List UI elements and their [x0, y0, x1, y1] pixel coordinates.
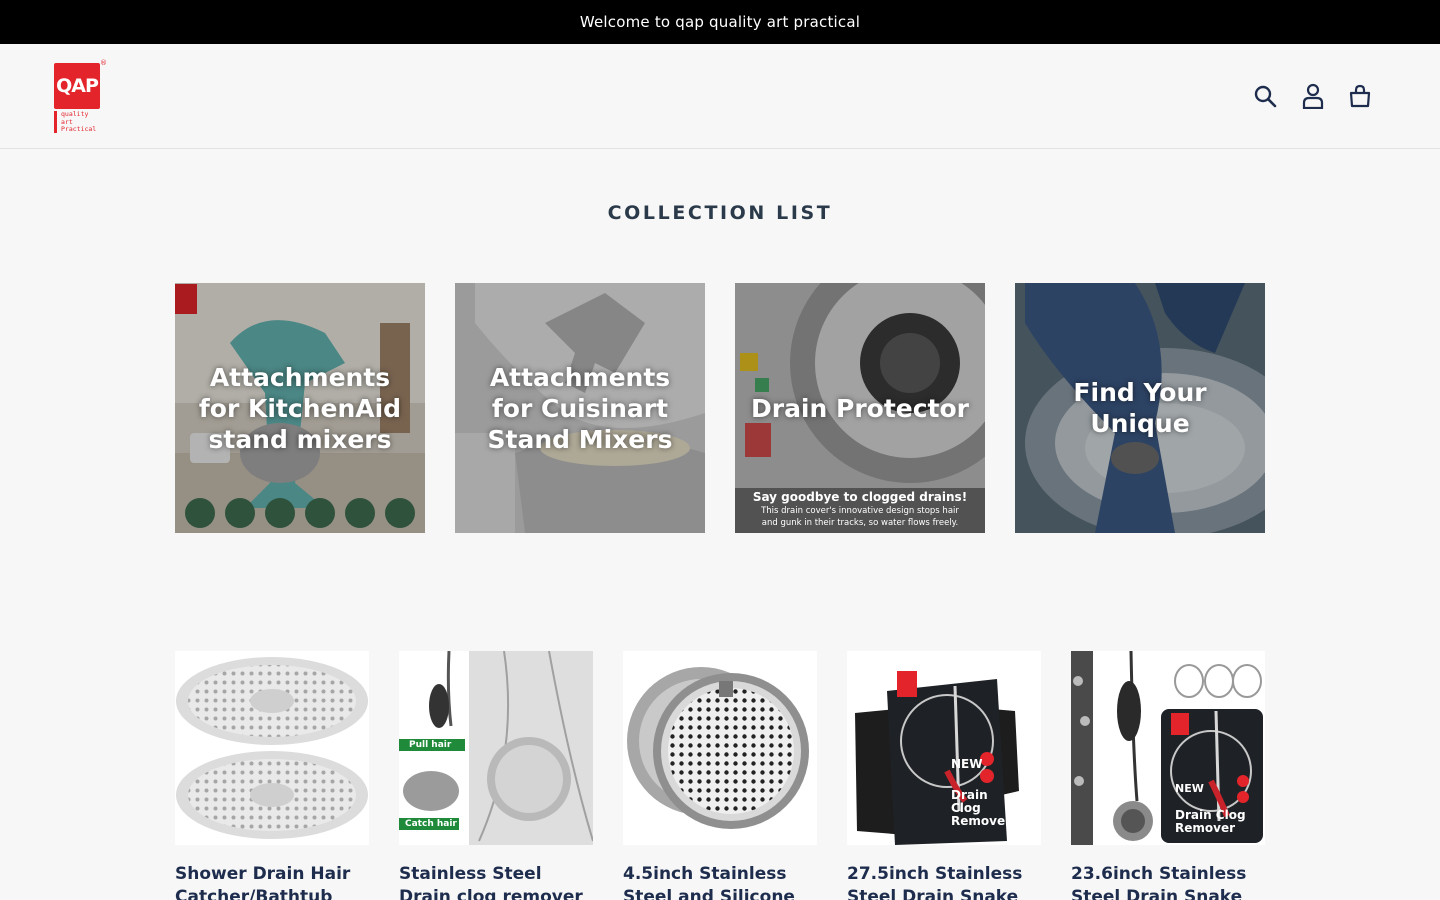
collection-list: Attachments for KitchenAid stand mixers … [175, 283, 1265, 533]
product-card[interactable]: NEW Drain Clog Remover 23.6inch Stainles… [1071, 651, 1265, 900]
tag-pull-hair: Pull hair [409, 740, 452, 750]
product-image: NEW Drain Clog Remover [1071, 651, 1265, 845]
collection-title: Find Your Unique [1073, 378, 1207, 438]
logo-accent-bar [54, 111, 57, 133]
announcement-bar: Welcome to qap quality art practical [0, 0, 1440, 44]
caption-title: Say goodbye to clogged drains! [752, 490, 968, 504]
collection-title: Attachments for KitchenAid stand mixers [198, 362, 402, 454]
logo-mark: QAP [54, 63, 100, 109]
collection-card[interactable]: Attachments for Cuisinart Stand Mixers [455, 283, 705, 533]
logo-tagline: quality art Practical [61, 110, 97, 134]
product-image [175, 651, 369, 845]
collection-title: Attachments for Cuisinart Stand Mixers [487, 362, 673, 454]
announcement-text: Welcome to qap quality art practical [579, 13, 861, 31]
collection-card[interactable]: Find Your Unique [1015, 283, 1265, 533]
product-image: NEW Drain Clog Remover [847, 651, 1041, 845]
collection-card[interactable]: Attachments for KitchenAid stand mixers [175, 283, 425, 533]
product-title: Stainless Steel Drain clog remover [399, 864, 583, 900]
product-image: Pull hair Catch hair [399, 651, 593, 845]
tag-catch-hair: Catch hair [405, 819, 457, 829]
package-name-label: Drain Clog Remover [951, 788, 1012, 828]
cart-icon [1349, 84, 1371, 108]
search-button[interactable] [1252, 82, 1278, 110]
product-title: 23.6inch Stainless Steel Drain Snake [1071, 864, 1247, 900]
account-button[interactable] [1300, 82, 1326, 110]
search-icon [1254, 85, 1277, 108]
cart-button[interactable] [1347, 82, 1373, 110]
section-title: COLLECTION LIST [607, 202, 833, 224]
logo-tagline-line: Practical [61, 125, 97, 133]
collection-card[interactable]: Drain Protector Say goodbye to clogged d… [735, 283, 985, 533]
site-header: QAP ® quality art Practical [0, 44, 1440, 149]
product-card[interactable]: Pull hair Catch hair Stainless Steel Dra… [399, 651, 593, 900]
product-title: 27.5inch Stainless Steel Drain Snake [847, 864, 1023, 900]
collection-caption: Say goodbye to clogged drains! This drai… [735, 490, 985, 529]
account-icon [1302, 83, 1324, 109]
product-title: Shower Drain Hair Catcher/Bathtub [175, 864, 351, 900]
product-card[interactable]: 4.5inch Stainless Steel and Silicone Sho… [623, 651, 817, 900]
product-image [623, 651, 817, 845]
package-new-label: NEW [1175, 782, 1204, 795]
package-name-label: Drain Clog Remover [1175, 808, 1246, 835]
product-card[interactable]: Shower Drain Hair Catcher/Bathtub [175, 651, 369, 900]
product-title: 4.5inch Stainless Steel and Silicone Sho… [623, 864, 795, 900]
caption-text: This drain cover's innovative design sto… [761, 506, 959, 528]
site-logo[interactable]: QAP ® quality art Practical [54, 59, 107, 135]
product-grid: Shower Drain Hair Catcher/Bathtub Pull h… [175, 651, 1265, 900]
product-card[interactable]: NEW Drain Clog Remover 27.5inch Stainles… [847, 651, 1041, 900]
package-new-label: NEW [951, 757, 983, 771]
logo-registered-mark: ® [100, 59, 107, 67]
